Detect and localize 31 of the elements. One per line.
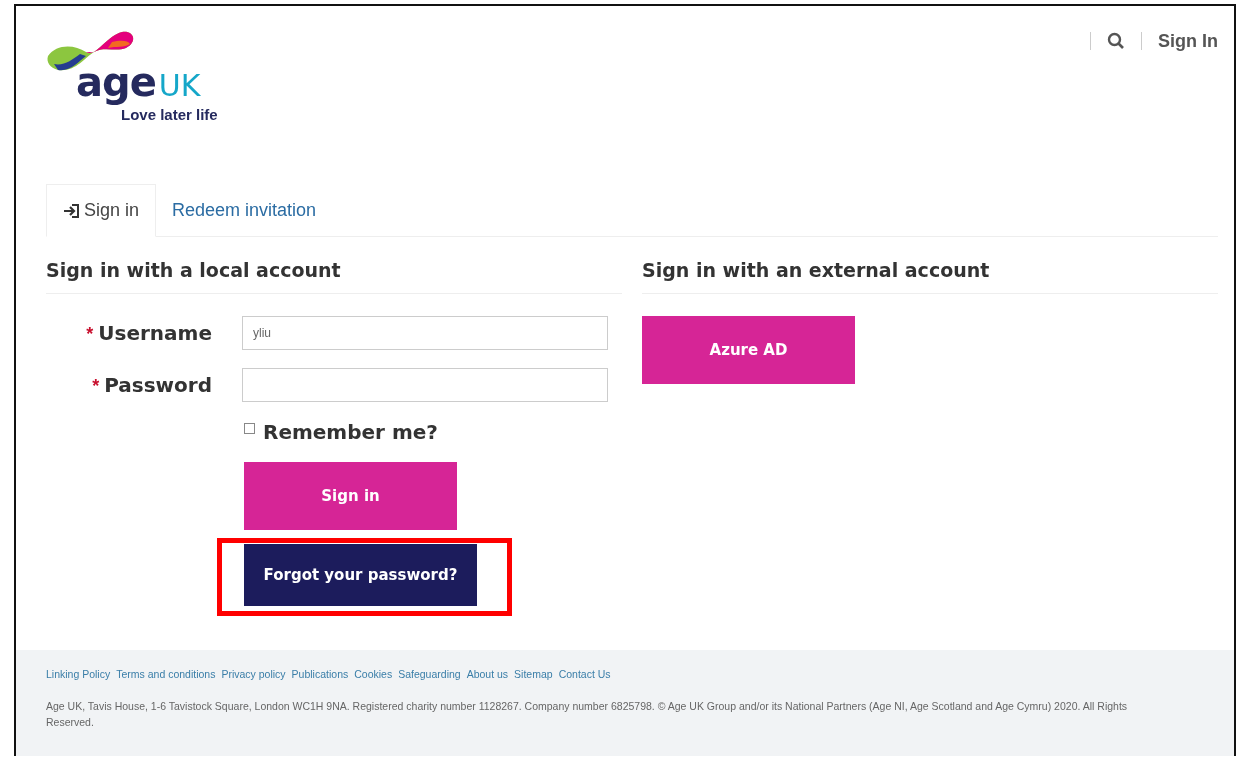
required-mark: * xyxy=(92,376,100,397)
azure-ad-button[interactable]: Azure AD xyxy=(642,316,855,384)
logo-tagline: Love later life xyxy=(120,106,219,123)
checkbox-label: Remember me? xyxy=(263,420,438,444)
footer-link[interactable]: Sitemap xyxy=(514,668,553,680)
checkbox[interactable] xyxy=(244,422,255,434)
tab[interactable]: Sign in xyxy=(46,184,157,237)
forgot-password-button[interactable]: Forgot your password? xyxy=(244,544,477,606)
input-field[interactable] xyxy=(242,368,608,402)
footer-link[interactable]: Publications xyxy=(291,668,349,680)
footer-link[interactable]: Linking Policy xyxy=(46,668,111,680)
footer-link[interactable]: Privacy policy xyxy=(221,668,286,680)
field-label: Password xyxy=(104,373,212,397)
logo-wordmark: age xyxy=(76,60,156,104)
search-icon[interactable] xyxy=(1107,32,1125,50)
sign-in-link[interactable]: Sign In xyxy=(1158,30,1218,52)
footer-link[interactable]: Cookies xyxy=(354,668,393,680)
required-mark: * xyxy=(86,324,94,345)
footer-link[interactable]: Safeguarding xyxy=(398,668,461,680)
sign-in-button[interactable]: Sign in xyxy=(244,462,457,530)
footer-link[interactable]: About us xyxy=(466,668,509,680)
section-heading: Sign in with an external account xyxy=(642,259,991,281)
tab[interactable]: Redeem invitation xyxy=(156,184,333,236)
section-heading: Sign in with a local account xyxy=(46,259,342,281)
field-label: Username xyxy=(98,321,212,345)
input-field[interactable]: yliu xyxy=(242,316,608,350)
sign-in-icon xyxy=(63,202,81,219)
logo-wordmark-accent: UK xyxy=(158,68,201,103)
footer-link[interactable]: Terms and conditions xyxy=(116,668,216,680)
legal-text: Age UK, Tavis House, 1-6 Tavistock Square, London WC1H 9NA. Registered charity number 1128267. Company number 6825798. © Age UK Group and/or its National Partners (Age NI, Age Scotland and Age Cymru) 2020. All Rights Reserved. xyxy=(46,699,1129,731)
footer-link[interactable]: Contact Us xyxy=(558,668,611,680)
